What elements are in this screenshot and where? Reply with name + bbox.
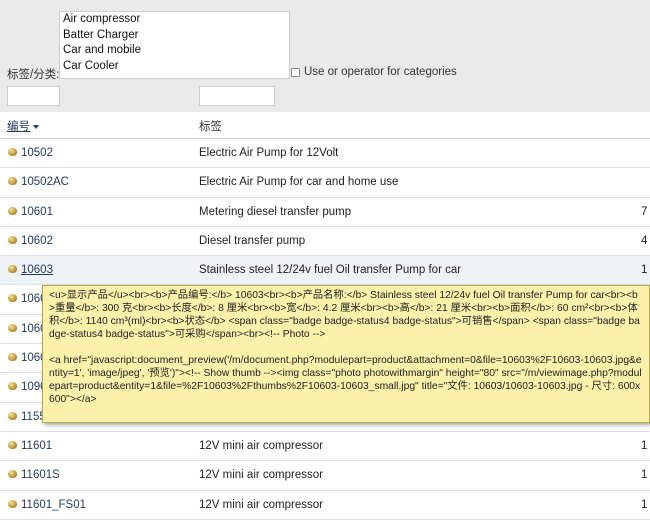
table-row: 10502AC Electric Air Pump for car and hom… xyxy=(0,168,650,198)
product-ref-link[interactable]: 10502AC xyxy=(21,176,69,188)
table-row: 10502 Electric Air Pump for 12Volt xyxy=(0,139,650,169)
filter-area: Air compressor Batter Charger Car and mobi… xyxy=(0,0,650,113)
product-ref-link[interactable]: 10502 xyxy=(21,147,53,159)
tag-column-header: 标签 xyxy=(199,121,222,133)
table-header: 编号 标签 xyxy=(0,112,650,139)
product-icon[interactable] xyxy=(8,265,17,274)
product-extra-value: 1 xyxy=(641,498,648,511)
product-ref-link[interactable]: 11601S xyxy=(21,469,60,481)
product-extra-value: 1 xyxy=(641,264,648,277)
product-icon[interactable] xyxy=(8,411,17,420)
product-label: Stainless steel 12/24v fuel Oil transfer… xyxy=(199,264,462,277)
category-option[interactable]: Air compressor xyxy=(60,12,289,28)
product-label: 12V mini air compressor xyxy=(199,498,323,511)
tag-search-input[interactable] xyxy=(199,86,275,106)
table-row: 10601 Metering diesel transfer pump 7 xyxy=(0,197,650,227)
product-icon[interactable] xyxy=(8,470,17,479)
table-row: 10603 Stainless steel 12/24v fuel Oil tra… xyxy=(0,256,650,286)
product-icon[interactable] xyxy=(8,294,17,303)
product-icon[interactable] xyxy=(8,323,17,332)
category-option[interactable]: Car and mobile xyxy=(60,43,289,59)
product-icon[interactable] xyxy=(8,206,17,215)
or-operator-checkbox[interactable] xyxy=(291,68,300,77)
product-icon[interactable] xyxy=(8,353,17,362)
tooltip-line: <a href="javascript:document_preview('/m… xyxy=(49,355,642,405)
product-icon[interactable] xyxy=(8,235,17,244)
product-label: Electric Air Pump for 12Volt xyxy=(199,147,339,159)
product-label: Metering diesel transfer pump xyxy=(199,205,352,218)
table-row: 11601 12V mini air compressor 1 xyxy=(0,431,650,462)
product-ref-link[interactable]: 10603 xyxy=(21,264,53,276)
table-row: 11601S 12V mini air compressor 1 xyxy=(0,461,650,491)
ref-column-header[interactable]: 编号 xyxy=(7,118,39,134)
product-tooltip: <u>显示产品</u><br><b>产品编号:</b> 10603<br><b>… xyxy=(42,285,650,423)
product-icon[interactable] xyxy=(8,382,17,391)
or-operator-label[interactable]: Use or operator for categories xyxy=(304,66,457,78)
table-row: 11601_FS01 12V mini air compressor 1 xyxy=(0,490,650,520)
product-icon[interactable] xyxy=(8,148,17,156)
ref-search-input[interactable] xyxy=(7,86,60,106)
product-label: Electric Air Pump for car and home use xyxy=(199,176,399,189)
category-multiselect[interactable]: Air compressor Batter Charger Car and mobi… xyxy=(59,11,290,79)
tags-categories-label: 标签/分类: xyxy=(7,69,60,81)
product-icon[interactable] xyxy=(8,499,17,508)
ref-header-label[interactable]: 编号 xyxy=(7,121,30,133)
category-option[interactable]: Car Cooler xyxy=(60,59,289,75)
product-extra-value: 4 xyxy=(641,234,648,247)
category-option[interactable]: Batter Charger xyxy=(60,28,289,44)
product-ref-link[interactable]: 11601_FS01 xyxy=(21,499,86,511)
sort-desc-icon[interactable] xyxy=(33,125,39,129)
product-extra-value: 1 xyxy=(641,439,648,452)
tooltip-line: <u>显示产品</u><br><b>产品编号:</b> 10603<br><b>… xyxy=(49,290,640,340)
product-label: 12V mini air compressor xyxy=(199,469,323,482)
product-label: Diesel transfer pump xyxy=(199,234,306,247)
product-ref-link[interactable]: 10601 xyxy=(21,206,53,218)
table-row: 10602 Diesel transfer pump 4 xyxy=(0,226,650,257)
product-ref-link[interactable]: 10602 xyxy=(21,235,53,247)
product-extra-value: 7 xyxy=(641,205,648,218)
product-icon[interactable] xyxy=(8,177,17,186)
product-icon[interactable] xyxy=(8,440,17,449)
product-extra-value: 1 xyxy=(641,469,648,482)
product-label: 12V mini air compressor xyxy=(199,439,323,452)
product-ref-link[interactable]: 11601 xyxy=(21,440,52,452)
